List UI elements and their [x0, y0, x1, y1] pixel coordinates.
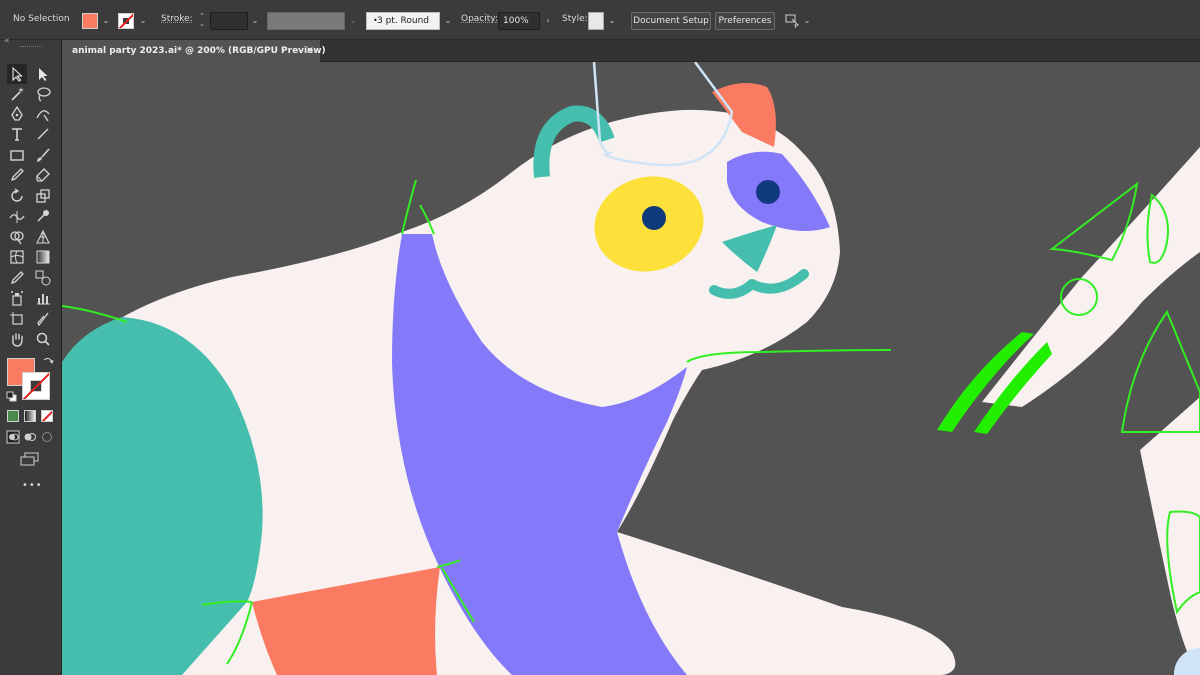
draw-inside-icon[interactable] [40, 430, 54, 444]
artboard-tool-icon[interactable] [7, 309, 27, 329]
left-pupil [642, 206, 666, 230]
document-tab-bar: animal party 2023.ai* @ 200% (RGB/GPU Pr… [62, 40, 1200, 62]
curvature-tool-icon[interactable] [33, 104, 53, 124]
document-tab[interactable]: animal party 2023.ai* @ 200% (RGB/GPU Pr… [62, 40, 326, 62]
arrange-documents-icon[interactable] [784, 11, 800, 29]
stroke-swatch-large[interactable] [22, 372, 50, 400]
scale-tool-icon[interactable] [33, 186, 53, 206]
color-mode-button[interactable] [7, 410, 19, 422]
stroke-color-swatch[interactable] [118, 13, 134, 29]
right-leg-shape [1140, 397, 1200, 675]
style-dropdown-icon[interactable]: ⌄ [606, 14, 618, 28]
artboard-canvas[interactable] [62, 62, 1200, 675]
light-blue-circle [1174, 648, 1200, 675]
none-mode-button[interactable] [41, 410, 53, 422]
selection-tool-icon[interactable] [7, 64, 27, 84]
blend-tool-icon[interactable] [33, 268, 53, 288]
default-fill-stroke-icon[interactable] [6, 391, 17, 402]
zoom-tool-icon[interactable] [33, 329, 53, 349]
pen-tool-icon[interactable] [7, 104, 27, 124]
right-pupil [756, 180, 780, 204]
opacity-field[interactable]: 100% [498, 12, 540, 30]
control-bar: No Selection ⌄ ⌄ Stroke: ⌃ ⌄ ⌄ ⌄ • 3 pt. … [0, 0, 1200, 40]
swap-fill-stroke-icon[interactable] [42, 356, 54, 368]
document-tab-title: animal party 2023.ai* @ 200% (RGB/GPU Pr… [72, 46, 326, 56]
pencil-tool-icon[interactable] [7, 165, 27, 185]
mesh-tool-icon[interactable] [7, 247, 27, 267]
raised-arm-shape [982, 147, 1200, 407]
rotate-tool-icon[interactable] [7, 186, 27, 206]
edit-toolbar-icon[interactable]: ••• [22, 480, 43, 491]
opacity-expand-icon[interactable]: › [542, 14, 554, 28]
illustrator-window: No Selection ⌄ ⌄ Stroke: ⌃ ⌄ ⌄ ⌄ • 3 pt. … [0, 0, 1200, 675]
slice-tool-icon[interactable] [33, 309, 53, 329]
stroke-stepper-icon[interactable]: ⌃ ⌄ [196, 12, 208, 30]
brush-dropdown-icon[interactable]: ⌄ [442, 14, 454, 28]
graphic-style-swatch[interactable] [588, 12, 604, 30]
stroke-weight-field[interactable] [210, 12, 248, 30]
brush-profile-label: 3 pt. Round [376, 16, 430, 26]
fill-color-swatch[interactable] [82, 13, 98, 29]
collapse-toolbar-icon[interactable]: « [4, 36, 10, 46]
column-graph-tool-icon[interactable] [33, 288, 53, 308]
draw-normal-icon[interactable] [6, 430, 20, 444]
opacity-label[interactable]: Opacity: [461, 14, 498, 24]
style-label: Style: [562, 14, 588, 24]
gradient-tool-icon[interactable] [33, 247, 53, 267]
brush-dot-icon: • [373, 16, 378, 25]
stroke-label[interactable]: Stroke: [161, 14, 193, 24]
document-setup-button[interactable]: Document Setup [631, 12, 711, 30]
variable-width-profile[interactable] [267, 12, 345, 30]
width-tool-icon[interactable] [7, 206, 27, 226]
artwork [62, 62, 1200, 675]
eyedropper-tool-icon[interactable] [7, 268, 27, 288]
puppet-warp-tool-icon[interactable] [33, 206, 53, 226]
direct-selection-tool-icon[interactable] [33, 64, 53, 84]
shape-builder-tool-icon[interactable] [7, 227, 27, 247]
fill-dropdown-icon[interactable]: ⌄ [100, 14, 112, 28]
stroke-weight-dropdown-icon[interactable]: ⌄ [249, 14, 261, 28]
gradient-mode-button[interactable] [24, 410, 36, 422]
close-tab-icon[interactable]: × [306, 40, 314, 62]
draw-behind-icon[interactable] [23, 430, 37, 444]
arrange-dropdown-icon[interactable]: ⌄ [801, 14, 813, 28]
paintbrush-tool-icon[interactable] [33, 145, 53, 165]
line-segment-tool-icon[interactable] [33, 124, 53, 144]
lasso-tool-icon[interactable] [33, 84, 53, 104]
magic-wand-tool-icon[interactable] [7, 84, 27, 104]
stroke-dropdown-icon[interactable]: ⌄ [137, 14, 149, 28]
brush-definition-field[interactable]: • 3 pt. Round [366, 12, 440, 30]
toolbar-panel: « ••• [0, 36, 62, 675]
eraser-tool-icon[interactable] [33, 165, 53, 185]
width-profile-dropdown-icon: ⌄ [349, 16, 357, 25]
rectangle-tool-icon[interactable] [7, 145, 27, 165]
selection-status: No Selection [13, 14, 70, 24]
type-tool-icon[interactable] [7, 124, 27, 144]
panel-grip[interactable] [20, 46, 42, 48]
hand-tool-icon[interactable] [7, 329, 27, 349]
symbol-sprayer-tool-icon[interactable] [7, 288, 27, 308]
screen-mode-icon[interactable] [19, 452, 41, 466]
preferences-button[interactable]: Preferences [715, 12, 775, 30]
perspective-grid-tool-icon[interactable] [33, 227, 53, 247]
